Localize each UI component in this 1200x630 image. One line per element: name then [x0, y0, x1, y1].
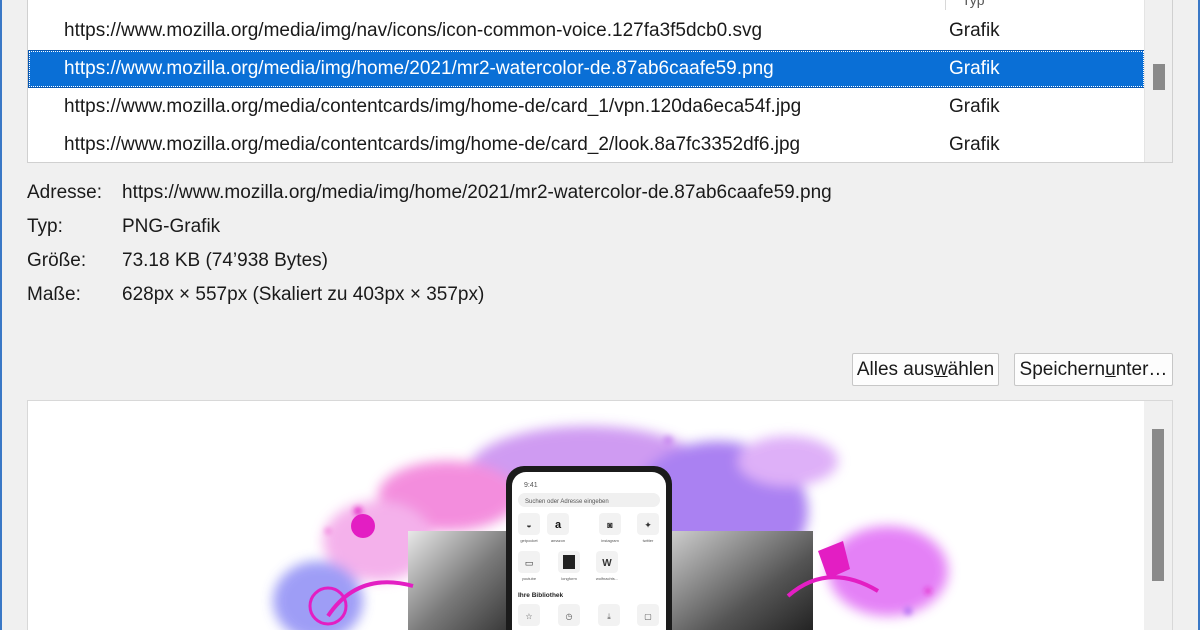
svg-text:◙: ◙ — [607, 520, 613, 530]
detail-type-label: Typ: — [27, 216, 63, 237]
svg-text:▭: ▭ — [525, 558, 534, 568]
collage-photo-right — [668, 531, 813, 630]
detail-type-value: PNG-Grafik — [122, 216, 221, 237]
phone-search-placeholder: Suchen oder Adresse eingeben — [525, 499, 609, 505]
detail-dimensions-label: Maße: — [27, 284, 81, 305]
svg-text:instagram: instagram — [601, 538, 619, 543]
type-column-header[interactable]: Typ — [962, 0, 985, 8]
detail-size-value: 73.18 KB (74’938 Bytes) — [122, 250, 328, 271]
watercolor-preview-image: 9:41 Suchen oder Adresse eingeben ◒ a ◙ … — [273, 426, 948, 630]
column-divider[interactable] — [945, 0, 946, 10]
svg-text:⤓: ⤓ — [607, 612, 611, 621]
svg-text:twitter: twitter — [643, 538, 654, 543]
save-as-button[interactable]: Speichern u nter… — [1014, 353, 1173, 386]
window-border-left — [0, 0, 2, 630]
media-row-selected[interactable]: https://www.mozilla.org/media/img/home/2… — [28, 50, 1145, 88]
media-list-scrollbar-thumb[interactable] — [1153, 64, 1165, 90]
phone-time: 9:41 — [524, 482, 538, 489]
media-row-url: https://www.mozilla.org/media/contentcar… — [64, 96, 802, 117]
phone-library-heading: Ihre Bibliothek — [518, 592, 564, 599]
collage-photo-left — [408, 531, 518, 630]
detail-size-label: Größe: — [27, 250, 87, 271]
svg-text:amazon: amazon — [551, 538, 565, 543]
svg-text:◷: ◷ — [566, 612, 573, 621]
detail-address: Adresse: https://www.mozilla.org/media/i… — [27, 180, 1173, 214]
detail-dimensions-value: 628px × 557px (Skaliert zu 403px × 357px… — [122, 284, 485, 305]
svg-text:☆: ☆ — [525, 612, 532, 621]
detail-dimensions: Maße: 628px × 557px (Skaliert zu 403px ×… — [27, 282, 1173, 316]
detail-address-value: https://www.mozilla.org/media/img/home/2… — [122, 182, 832, 203]
detail-type: Typ: PNG-Grafik — [27, 214, 1173, 248]
media-row-type: Grafik — [949, 96, 1000, 117]
svg-text:▢: ▢ — [644, 612, 652, 621]
preview-scrollbar[interactable] — [1144, 401, 1172, 630]
media-list[interactable]: Typ https://www.mozilla.org/media/img/na… — [27, 0, 1173, 163]
media-row-url: https://www.mozilla.org/media/img/home/2… — [64, 58, 774, 79]
svg-text:youtube: youtube — [522, 576, 537, 581]
image-preview: 9:41 Suchen oder Adresse eingeben ◒ a ◙ … — [27, 400, 1173, 630]
detail-address-label: Adresse: — [27, 182, 102, 203]
svg-text:wolfnachts...: wolfnachts... — [596, 576, 618, 581]
media-row-url: https://www.mozilla.org/media/img/nav/ic… — [64, 20, 763, 41]
media-row-type: Grafik — [949, 58, 1000, 79]
detail-size: Größe: 73.18 KB (74’938 Bytes) — [27, 248, 1173, 282]
media-list-scrollbar[interactable] — [1144, 0, 1172, 162]
svg-text:longform: longform — [561, 576, 577, 581]
svg-text:getpocket: getpocket — [520, 538, 538, 543]
media-row[interactable]: https://www.mozilla.org/media/img/nav/ic… — [28, 12, 1145, 50]
media-row-url: https://www.mozilla.org/media/contentcar… — [64, 134, 801, 155]
media-row[interactable]: https://www.mozilla.org/media/contentcar… — [28, 88, 1145, 126]
media-row[interactable]: https://www.mozilla.org/media/contentcar… — [28, 126, 1145, 162]
media-details: Adresse: https://www.mozilla.org/media/i… — [27, 180, 1173, 316]
media-row-type: Grafik — [949, 134, 1000, 155]
phone-mockup: 9:41 Suchen oder Adresse eingeben ◒ a ◙ … — [506, 466, 672, 630]
svg-text:a: a — [555, 519, 562, 531]
svg-text:◒: ◒ — [526, 520, 531, 530]
media-row-type: Grafik — [949, 20, 1000, 41]
select-all-button[interactable]: Alles aus w ählen — [852, 353, 999, 386]
svg-text:W: W — [602, 558, 612, 569]
svg-text:✦: ✦ — [644, 520, 652, 530]
preview-scrollbar-thumb[interactable] — [1152, 429, 1164, 581]
